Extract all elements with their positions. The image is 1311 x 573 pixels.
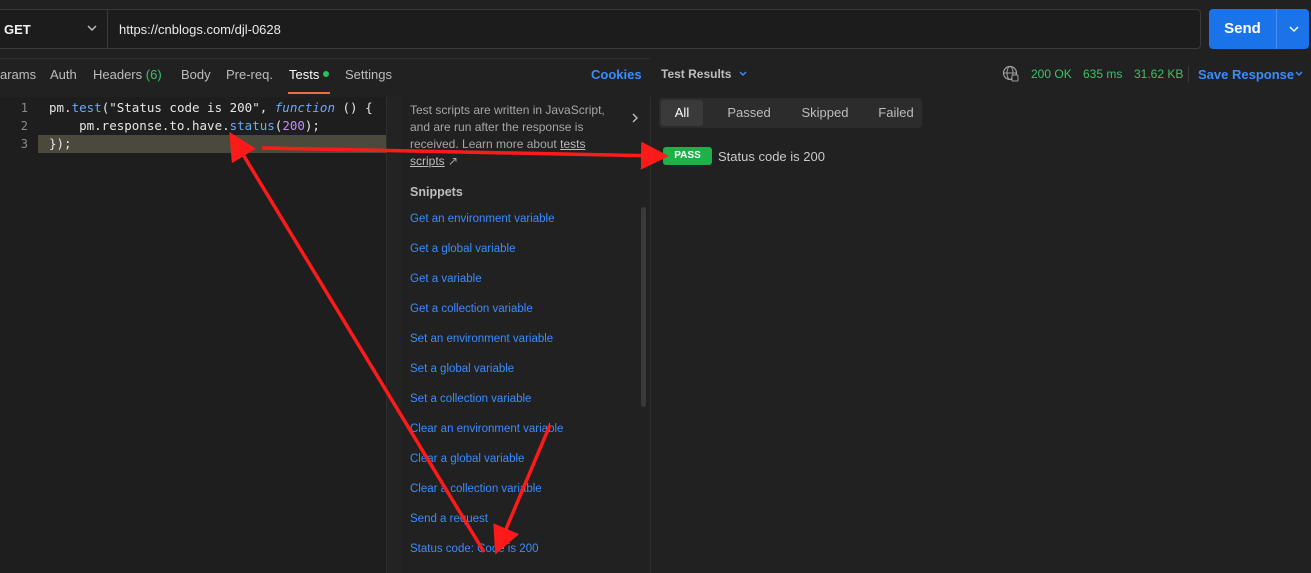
snippets-scrollbar[interactable]	[641, 207, 646, 407]
snippet-item[interactable]: Set an environment variable	[410, 333, 553, 345]
code-line: });	[49, 136, 72, 151]
line-number: 3	[20, 137, 28, 151]
snippet-item[interactable]: Clear a global variable	[410, 453, 524, 465]
snippet-item[interactable]: Get a global variable	[410, 243, 515, 255]
snippet-item[interactable]: Clear an environment variable	[410, 423, 563, 435]
tab-tests[interactable]: Tests	[289, 67, 330, 82]
test-result-name: Status code is 200	[718, 149, 825, 164]
filter-failed[interactable]: Failed	[863, 98, 929, 128]
method-label: GET	[4, 22, 31, 37]
response-view-select[interactable]: Test Results	[661, 67, 731, 81]
snippet-item[interactable]: Status code: Code is 200	[410, 543, 539, 555]
snippet-item[interactable]: Get a variable	[410, 273, 482, 285]
code-line: pm.test("Status code is 200", function (…	[49, 100, 373, 115]
filter-passed[interactable]: Passed	[709, 98, 789, 128]
chevron-down-icon[interactable]	[1287, 22, 1301, 36]
line-number: 2	[20, 119, 28, 133]
snippet-item[interactable]: Clear a collection variable	[410, 483, 542, 495]
snippet-item[interactable]: Set a global variable	[410, 363, 514, 375]
line-gutter: 1 2 3	[0, 97, 38, 573]
filter-skipped[interactable]: Skipped	[789, 98, 861, 128]
tests-info: Test scripts are written in JavaScript, …	[410, 102, 615, 170]
snippet-item[interactable]: Send a request	[410, 513, 488, 525]
chevron-down-icon[interactable]	[1293, 68, 1305, 80]
snippet-item[interactable]: Get a collection variable	[410, 303, 533, 315]
send-divider	[1276, 9, 1277, 49]
send-label: Send	[1224, 20, 1261, 37]
save-response-button[interactable]: Save Response	[1198, 67, 1294, 82]
tab-params[interactable]: arams	[0, 67, 36, 82]
test-results-filter: All Passed Skipped Failed	[659, 98, 922, 128]
tab-tests-label: Tests	[289, 67, 320, 82]
response-size[interactable]: 31.62 KB	[1134, 67, 1183, 81]
chevron-down-icon	[87, 25, 97, 32]
tab-headers[interactable]: Headers (6)	[93, 67, 162, 82]
tab-pre-request[interactable]: Pre-req.	[226, 67, 273, 82]
current-line-highlight	[38, 135, 386, 153]
cookies-link[interactable]: Cookies	[591, 67, 642, 82]
chevron-down-icon[interactable]	[737, 68, 749, 80]
snippets-panel: Test scripts are written in JavaScript, …	[402, 97, 651, 573]
active-tab-underline	[288, 92, 330, 94]
editor-scrollbar[interactable]	[386, 97, 403, 573]
url-input[interactable]: https://cnblogs.com/djl-0628	[107, 9, 1201, 49]
snippet-item[interactable]: Set a collection variable	[410, 393, 531, 405]
tab-body[interactable]: Body	[181, 67, 211, 82]
tests-status-dot	[323, 71, 330, 77]
method-select[interactable]: GET	[0, 9, 107, 49]
chevron-right-icon[interactable]	[629, 111, 641, 125]
divider	[1188, 66, 1189, 82]
send-button[interactable]: Send	[1209, 9, 1309, 49]
globe-icon[interactable]	[1002, 65, 1019, 82]
response-time[interactable]: 635 ms	[1083, 67, 1122, 81]
tab-auth[interactable]: Auth	[50, 67, 77, 82]
url-text: https://cnblogs.com/djl-0628	[119, 22, 281, 37]
snippet-item[interactable]: Get an environment variable	[410, 213, 554, 225]
external-link-icon: ↗	[448, 154, 459, 168]
code-line: pm.response.to.have.status(200);	[49, 118, 320, 133]
pass-badge: PASS	[663, 147, 712, 165]
snippets-header: Snippets	[410, 185, 463, 199]
status-code[interactable]: 200 OK	[1031, 67, 1072, 81]
request-bar: GET https://cnblogs.com/djl-0628 Send	[0, 0, 1311, 58]
tab-settings[interactable]: Settings	[345, 67, 392, 82]
response-panel: Test Results 200 OK 635 ms 31.62 KB Save…	[651, 58, 1311, 573]
line-number: 1	[20, 101, 28, 115]
test-script-editor[interactable]: 1 2 3 pm.test("Status code is 200", func…	[0, 97, 403, 573]
headers-count: (6)	[145, 67, 162, 82]
tab-headers-label: Headers	[93, 67, 143, 82]
filter-all[interactable]: All	[661, 100, 703, 126]
